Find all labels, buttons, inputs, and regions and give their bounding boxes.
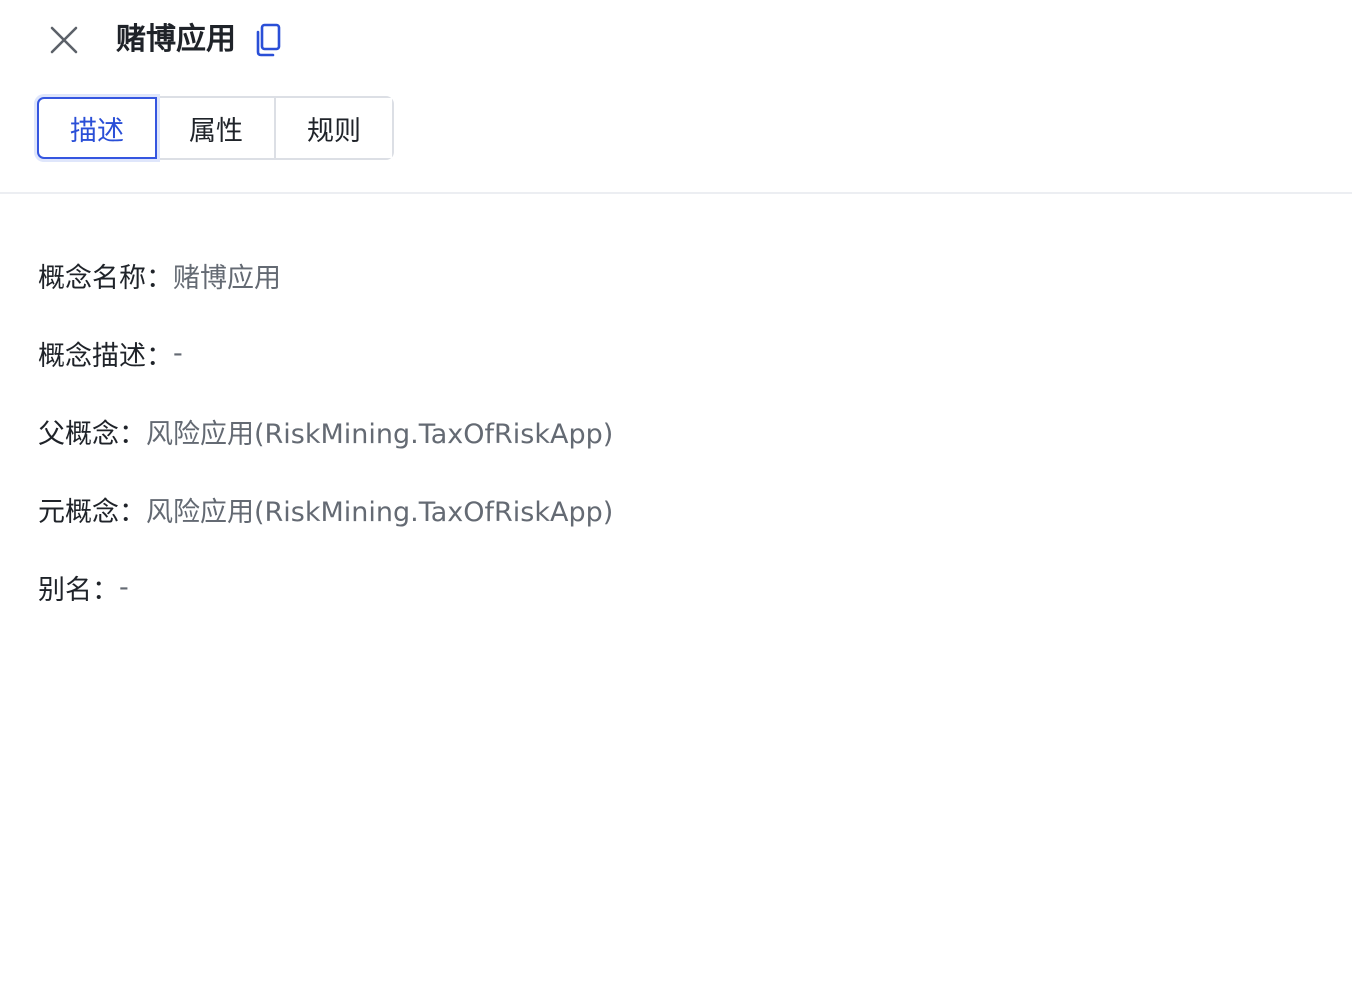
detail-value: 风险应用(RiskMining.TaxOfRiskApp) <box>146 418 614 450</box>
tab-rules[interactable]: 规则 <box>274 98 392 158</box>
detail-value: - <box>119 571 129 603</box>
panel-header: 赌博应用 <box>0 0 1352 80</box>
header-divider <box>0 192 1352 194</box>
copy-icon <box>256 23 281 57</box>
detail-row-concept-description: 概念描述： - <box>38 314 1318 392</box>
tab-bar: 描述 属性 规则 <box>36 96 394 160</box>
detail-label: 父概念： <box>38 418 146 450</box>
detail-value: 风险应用(RiskMining.TaxOfRiskApp) <box>146 496 614 528</box>
tab-description[interactable]: 描述 <box>37 97 157 159</box>
close-button[interactable] <box>44 20 84 60</box>
detail-row-alias: 别名： - <box>38 548 1318 626</box>
page-title: 赌博应用 <box>116 22 236 57</box>
close-icon <box>50 26 78 54</box>
detail-row-concept-name: 概念名称： 赌博应用 <box>38 236 1318 314</box>
copy-button[interactable] <box>252 22 284 58</box>
tab-properties[interactable]: 属性 <box>156 98 274 158</box>
detail-label: 元概念： <box>38 496 146 528</box>
concept-details: 概念名称： 赌博应用 概念描述： - 父概念： 风险应用(RiskMining.… <box>38 236 1318 626</box>
detail-label: 概念名称： <box>38 262 173 294</box>
detail-label: 概念描述： <box>38 340 173 372</box>
detail-row-parent-concept: 父概念： 风险应用(RiskMining.TaxOfRiskApp) <box>38 392 1318 470</box>
detail-label: 别名： <box>38 574 119 606</box>
detail-value: - <box>173 337 183 369</box>
detail-row-meta-concept: 元概念： 风险应用(RiskMining.TaxOfRiskApp) <box>38 470 1318 548</box>
detail-value: 赌博应用 <box>173 262 281 294</box>
